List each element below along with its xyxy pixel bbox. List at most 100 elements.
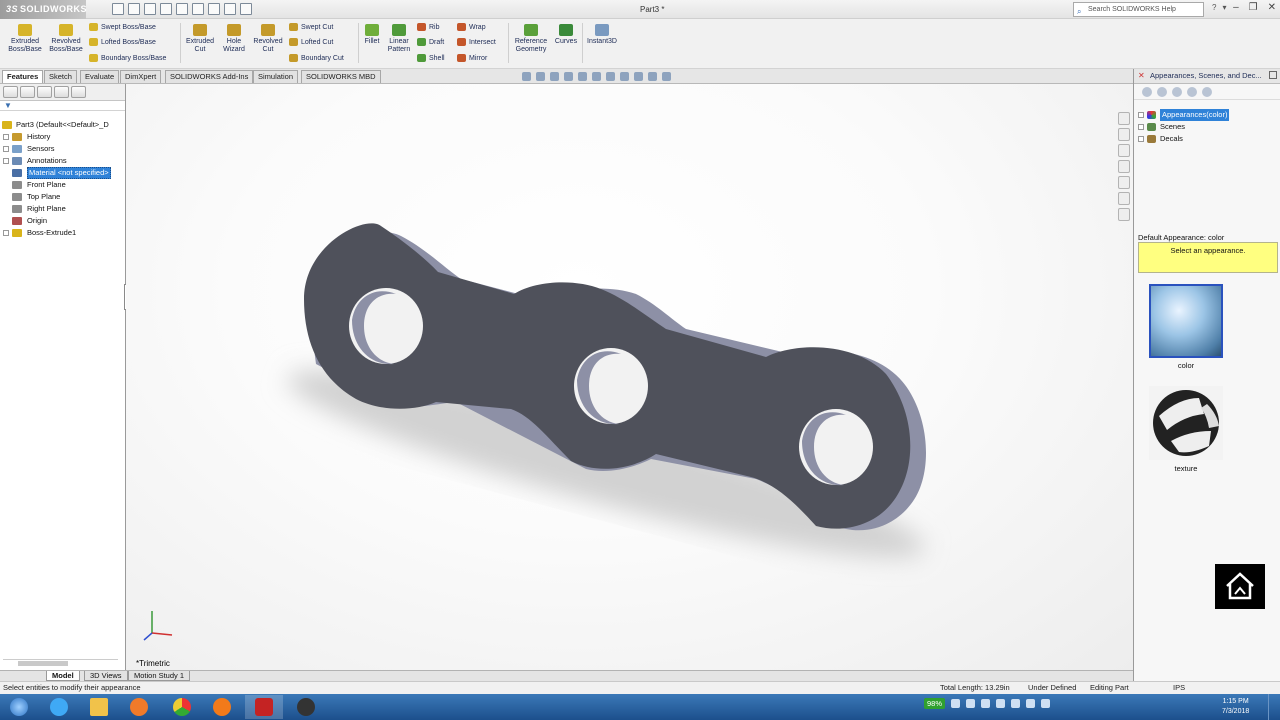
lofted-cut-button[interactable]: Lofted Cut bbox=[289, 38, 333, 47]
close-button[interactable]: ✕ bbox=[1268, 2, 1276, 13]
tree-item[interactable]: Sensors bbox=[0, 143, 124, 155]
tab-simulation[interactable]: Simulation bbox=[253, 70, 299, 83]
view-settings-icon[interactable] bbox=[662, 72, 671, 81]
system-clock[interactable]: 1:15 PM 7/3/2018 bbox=[1222, 697, 1249, 717]
mirror-button[interactable]: Mirror bbox=[457, 54, 487, 63]
hole-wizard-button[interactable]: Hole Wizard bbox=[219, 21, 249, 54]
tab-addins[interactable]: SOLIDWORKS Add-Ins bbox=[165, 70, 254, 83]
section-view-icon[interactable] bbox=[564, 72, 573, 81]
intersect-button[interactable]: Intersect bbox=[457, 38, 496, 47]
display-manager-icon[interactable] bbox=[71, 86, 86, 98]
display-style-icon[interactable] bbox=[606, 72, 615, 81]
appearances-tab-icon[interactable] bbox=[1118, 176, 1130, 189]
taskbar-firefox[interactable] bbox=[203, 695, 241, 719]
tree-item[interactable]: Front Plane bbox=[0, 179, 124, 191]
tree-item[interactable]: Right Plane bbox=[0, 203, 124, 215]
view-palette-icon[interactable] bbox=[1118, 160, 1130, 173]
revolved-cut-button[interactable]: Revolved Cut bbox=[251, 21, 285, 54]
tray-icon[interactable] bbox=[996, 699, 1006, 708]
taskbar-obs[interactable] bbox=[287, 695, 325, 719]
select-icon[interactable] bbox=[192, 3, 204, 15]
graphics-viewport[interactable] bbox=[126, 84, 1133, 670]
part-model[interactable] bbox=[126, 84, 1133, 670]
expand-icon[interactable] bbox=[1138, 112, 1144, 118]
configuration-manager-icon[interactable] bbox=[37, 86, 52, 98]
dimxpert-manager-icon[interactable] bbox=[54, 86, 69, 98]
volume-icon[interactable] bbox=[1041, 699, 1051, 708]
hide-show-items-icon[interactable] bbox=[620, 72, 629, 81]
appearance-tile-texture[interactable] bbox=[1149, 386, 1223, 460]
extruded-cut-button[interactable]: Extruded Cut bbox=[183, 21, 217, 54]
appearance-tile-color[interactable] bbox=[1149, 284, 1223, 358]
close-icon[interactable]: ✕ bbox=[1138, 69, 1145, 83]
expand-icon[interactable] bbox=[1138, 124, 1144, 130]
taskbar-media[interactable] bbox=[120, 695, 158, 719]
panel-scrollbar[interactable] bbox=[3, 659, 118, 666]
taskbar-chrome[interactable] bbox=[163, 695, 201, 719]
tab-model[interactable]: Model bbox=[46, 671, 80, 681]
expand-icon[interactable] bbox=[3, 230, 9, 236]
boundary-boss-button[interactable]: Boundary Boss/Base bbox=[89, 54, 166, 63]
print-icon[interactable] bbox=[160, 3, 172, 15]
expand-icon[interactable] bbox=[3, 134, 9, 140]
tab-3d-views[interactable]: 3D Views bbox=[84, 671, 128, 681]
show-desktop-button[interactable] bbox=[1268, 694, 1280, 720]
undo-icon[interactable] bbox=[176, 3, 188, 15]
file-properties-icon[interactable] bbox=[224, 3, 236, 15]
view-orientation-icon[interactable] bbox=[592, 72, 601, 81]
rebuild-icon[interactable] bbox=[208, 3, 220, 15]
add-location-icon[interactable] bbox=[1187, 87, 1197, 97]
open-icon[interactable] bbox=[128, 3, 140, 15]
tab-evaluate[interactable]: Evaluate bbox=[80, 70, 120, 83]
extruded-boss-button[interactable]: Extruded Boss/Base bbox=[6, 21, 44, 54]
refresh-icon[interactable] bbox=[1202, 87, 1212, 97]
home-icon[interactable] bbox=[1215, 564, 1265, 609]
tree-item[interactable]: Top Plane bbox=[0, 191, 124, 203]
chevron-down-icon[interactable]: ▾ bbox=[1222, 3, 1226, 12]
tray-icon[interactable] bbox=[981, 699, 991, 708]
restore-button[interactable]: ❐ bbox=[1249, 2, 1258, 13]
draft-button[interactable]: Draft bbox=[417, 38, 444, 47]
fillet-button[interactable]: Fillet bbox=[361, 21, 383, 46]
tree-item[interactable]: History bbox=[0, 131, 124, 143]
tab-mbd[interactable]: SOLIDWORKS MBD bbox=[301, 70, 381, 83]
back-icon[interactable] bbox=[1142, 87, 1152, 97]
battery-indicator[interactable]: 98% bbox=[924, 698, 946, 709]
tab-dimxpert[interactable]: DimXpert bbox=[120, 70, 162, 83]
tab-motion-study[interactable]: Motion Study 1 bbox=[128, 671, 191, 681]
resources-icon[interactable] bbox=[1118, 112, 1130, 125]
design-library-icon[interactable] bbox=[1118, 128, 1130, 141]
save-icon[interactable] bbox=[144, 3, 156, 15]
tree-root-part[interactable]: Part3 (Default<<Default>_D bbox=[0, 119, 124, 131]
rib-button[interactable]: Rib bbox=[417, 23, 440, 32]
start-button[interactable] bbox=[0, 695, 38, 719]
zoom-to-fit-icon[interactable] bbox=[522, 72, 531, 81]
swept-boss-button[interactable]: Swept Boss/Base bbox=[89, 23, 156, 32]
scrollbar-thumb[interactable] bbox=[18, 661, 68, 666]
feature-manager-icon[interactable] bbox=[3, 86, 18, 98]
solidworks-logo[interactable]: 3S SOLIDWORKS bbox=[0, 0, 87, 19]
expand-icon[interactable] bbox=[3, 146, 9, 152]
expand-icon[interactable] bbox=[3, 158, 9, 164]
tab-sketch[interactable]: Sketch bbox=[44, 70, 77, 83]
zoom-area-icon[interactable] bbox=[536, 72, 545, 81]
tray-icon[interactable] bbox=[1011, 699, 1021, 708]
pin-icon[interactable] bbox=[1269, 71, 1277, 79]
tree-item[interactable]: Origin bbox=[0, 215, 124, 227]
reference-geometry-button[interactable]: Reference Geometry bbox=[511, 21, 551, 54]
taskbar-solidworks[interactable] bbox=[245, 695, 283, 719]
search-input[interactable]: ⌕ Search SOLIDWORKS Help bbox=[1073, 2, 1204, 17]
previous-view-icon[interactable] bbox=[550, 72, 559, 81]
taskbar-explorer[interactable] bbox=[80, 695, 118, 719]
edit-appearance-icon[interactable] bbox=[634, 72, 643, 81]
filter-icon[interactable]: ▼ bbox=[0, 101, 125, 111]
unit-system[interactable]: IPS bbox=[1173, 682, 1185, 694]
tray-icon[interactable] bbox=[966, 699, 976, 708]
boundary-cut-button[interactable]: Boundary Cut bbox=[289, 54, 344, 63]
forward-icon[interactable] bbox=[1157, 87, 1167, 97]
expand-icon[interactable] bbox=[1138, 136, 1144, 142]
tree-item[interactable]: Material <not specified> bbox=[0, 167, 124, 179]
custom-properties-icon[interactable] bbox=[1118, 192, 1130, 205]
file-explorer-icon[interactable] bbox=[1118, 144, 1130, 157]
dynamic-annotation-icon[interactable] bbox=[578, 72, 587, 81]
